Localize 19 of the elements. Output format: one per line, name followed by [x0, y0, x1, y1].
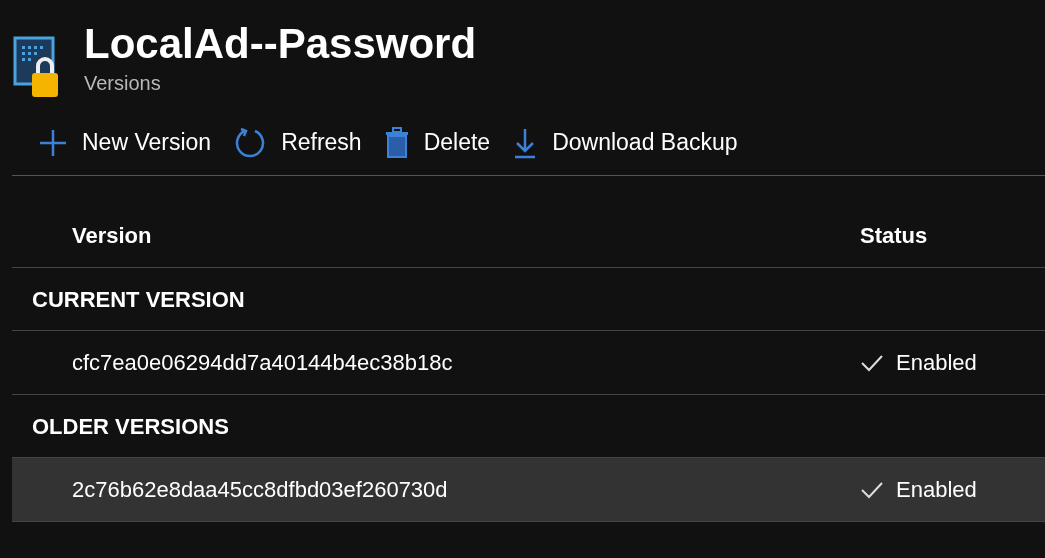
- version-row[interactable]: 2c76b62e8daa45cc8dfbd03ef260730d Enabled: [12, 458, 1045, 522]
- group-header: OLDER VERSIONS: [31, 412, 229, 441]
- toolbar-button[interactable]: Delete: [383, 125, 491, 160]
- version-id: cfc7ea0e06294dd7a40144b4ec38b18c: [71, 349, 454, 377]
- toolbar-button[interactable]: Download Backup: [512, 125, 738, 160]
- group-header: CURRENT VERSION: [31, 285, 245, 314]
- column-header[interactable]: Status: [860, 219, 928, 252]
- toolbar-button[interactable]: New Version: [38, 125, 212, 160]
- status-text: Enabled: [896, 349, 977, 377]
- check-icon: [860, 480, 884, 499]
- column-header[interactable]: Version: [12, 219, 860, 252]
- plus-icon: [38, 127, 68, 158]
- page-title: LocalAd--Password: [84, 19, 477, 69]
- trash-icon: [383, 126, 410, 159]
- toolbar-button[interactable]: Refresh: [233, 125, 362, 160]
- page-subtitle: Versions: [84, 71, 162, 96]
- version-id: 2c76b62e8daa45cc8dfbd03ef260730d: [71, 476, 449, 504]
- check-icon: [860, 353, 884, 372]
- status-text: Enabled: [896, 476, 977, 504]
